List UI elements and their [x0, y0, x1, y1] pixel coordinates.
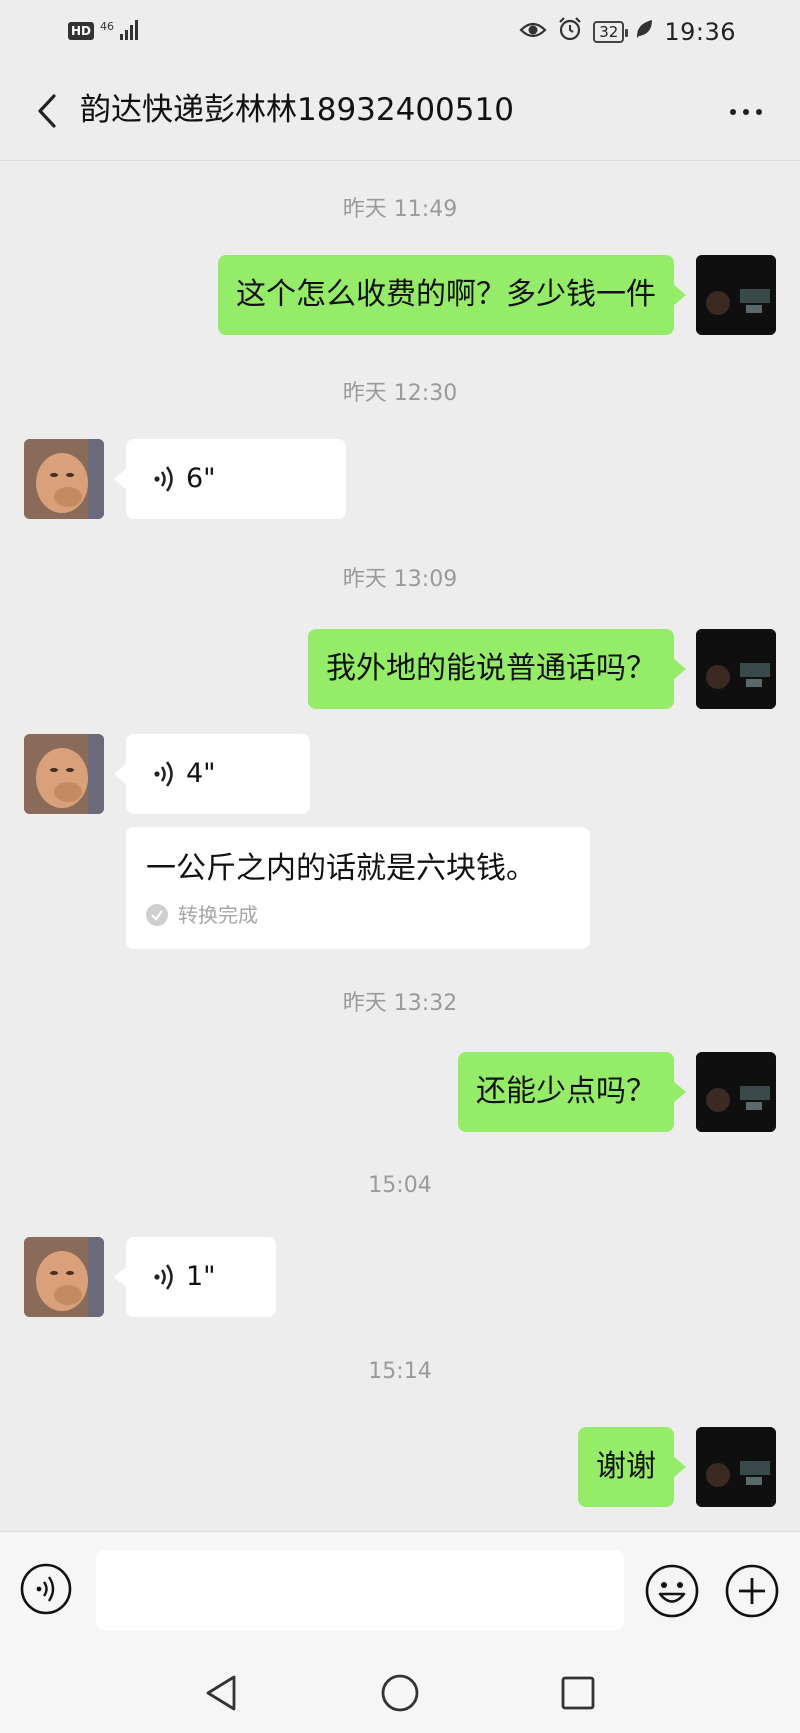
contact-avatar[interactable] [24, 1237, 104, 1317]
recents-square-icon [561, 1676, 595, 1710]
status-bar: HD 46 32 19:36 [0, 0, 800, 62]
contact-avatar[interactable] [24, 439, 104, 519]
message-timestamp: 15:04 [368, 1173, 432, 1198]
back-triangle-icon [206, 1675, 236, 1711]
message-timestamp: 昨天 12:30 [342, 381, 458, 406]
message-input[interactable] [96, 1550, 624, 1630]
voice-duration: 4" [186, 758, 216, 789]
more-button[interactable] [716, 90, 776, 134]
alarm-icon [557, 16, 583, 48]
message-timestamp: 昨天 11:49 [342, 197, 458, 222]
more-functions-button[interactable] [724, 1563, 780, 1619]
status-right: 32 19:36 [519, 16, 736, 48]
transcript-text: 一公斤之内的话就是六块钱。 [146, 851, 536, 886]
my-message-bubble[interactable]: 还能少点吗？ [458, 1052, 686, 1132]
transcript-status: 转换完成 [146, 895, 570, 935]
chat-history[interactable]: 昨天 11:49 这个怎么收费的啊？多少钱一件 昨天 12:30 6" 昨天 1… [0, 161, 800, 1531]
voice-message-bubble[interactable]: 1" [114, 1237, 276, 1317]
status-left: HD 46 [68, 18, 139, 40]
my-avatar[interactable] [696, 629, 776, 709]
leaf-icon [634, 18, 654, 46]
emoji-button[interactable] [644, 1563, 700, 1619]
my-avatar[interactable] [696, 255, 776, 335]
message-timestamp: 昨天 13:32 [342, 991, 458, 1016]
network-type: 46 [100, 20, 115, 33]
home-circle-icon [381, 1674, 419, 1712]
check-icon [146, 904, 168, 926]
voice-message-bubble[interactable]: 4" [114, 734, 310, 814]
back-button[interactable] [22, 86, 72, 136]
chat-header: 韵达快递彭林林18932400510 [0, 62, 800, 161]
eye-icon [519, 18, 547, 46]
my-avatar[interactable] [696, 1052, 776, 1132]
emoji-icon [645, 1564, 699, 1618]
signal-strength-icon [120, 18, 139, 40]
my-message-bubble[interactable]: 谢谢 [578, 1427, 686, 1507]
voice-duration: 1" [186, 1261, 216, 1292]
input-bar [0, 1531, 800, 1654]
chat-title: 韵达快递彭林林18932400510 [80, 92, 514, 128]
hd-badge: HD [68, 22, 95, 40]
transcript-status-text: 转换完成 [178, 903, 258, 927]
my-message-bubble[interactable]: 我外地的能说普通话吗？ [308, 629, 686, 709]
message-timestamp: 15:14 [368, 1359, 432, 1384]
message-timestamp: 昨天 13:09 [342, 567, 458, 592]
nav-home-button[interactable] [378, 1671, 422, 1715]
voice-wave-icon [154, 1264, 173, 1290]
status-time: 19:36 [664, 18, 736, 46]
voice-wave-icon [154, 466, 173, 492]
voice-duration: 6" [186, 463, 216, 494]
more-dots-icon [730, 109, 736, 115]
plus-icon [725, 1564, 779, 1618]
nav-back-button[interactable] [200, 1671, 244, 1715]
voice-message-bubble[interactable]: 6" [114, 439, 346, 519]
nav-recents-button[interactable] [556, 1671, 600, 1715]
voice-transcript-bubble[interactable]: 一公斤之内的话就是六块钱。 转换完成 [126, 827, 590, 949]
contact-avatar[interactable] [24, 734, 104, 814]
my-avatar[interactable] [696, 1427, 776, 1507]
my-message-bubble[interactable]: 这个怎么收费的啊？多少钱一件 [218, 255, 686, 335]
voice-wave-icon [154, 761, 173, 787]
system-nav-bar [0, 1653, 800, 1733]
back-chevron-icon [38, 94, 56, 128]
battery-icon: 32 [593, 21, 629, 43]
voice-input-icon [20, 1563, 72, 1615]
voice-input-button[interactable] [20, 1563, 72, 1615]
